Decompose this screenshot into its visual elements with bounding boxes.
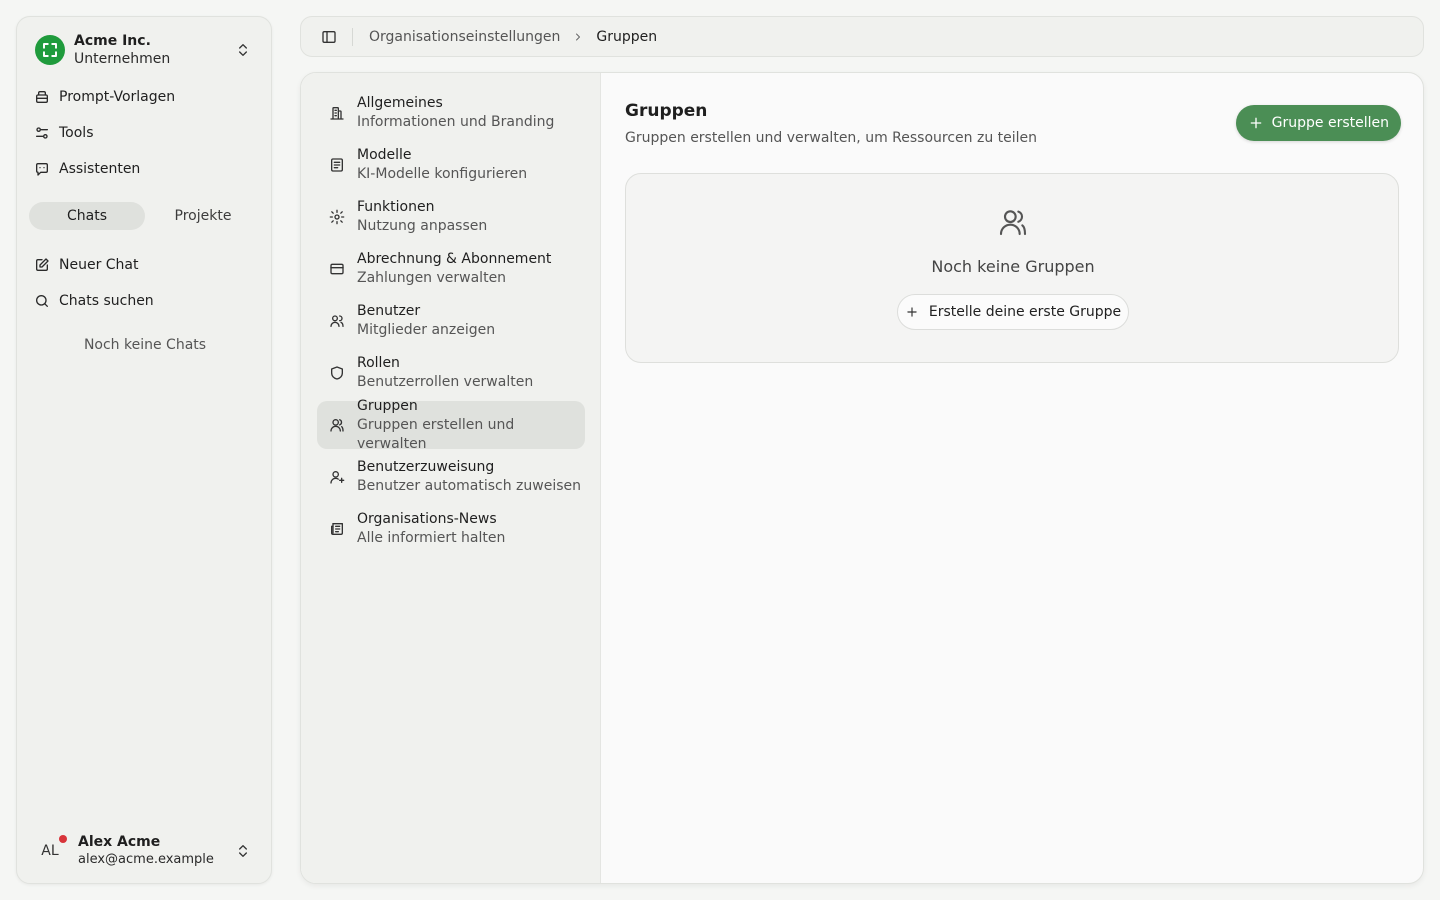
org-logo-icon (35, 35, 65, 65)
settings-nav-general[interactable]: Allgemeines Informationen und Branding (317, 89, 585, 137)
settings-nav-subtitle: Informationen und Branding (357, 114, 555, 130)
chevrons-up-down-icon (235, 42, 251, 58)
create-first-group-button[interactable]: Erstelle deine erste Gruppe (897, 294, 1129, 330)
settings-nav-subtitle: Mitglieder anzeigen (357, 322, 496, 338)
settings-nav-features[interactable]: Funktionen Nutzung anpassen (317, 193, 585, 241)
nav-label: Tools (59, 125, 94, 141)
plus-icon (1248, 115, 1264, 131)
org-name: Acme Inc. (74, 33, 151, 49)
user-name: Alex Acme (78, 834, 161, 850)
nav-prompt-templates[interactable]: Prompt-Vorlagen (33, 83, 175, 111)
settings-nav-models[interactable]: Modelle KI-Modelle konfigurieren (317, 141, 585, 189)
settings-nav-title: Gruppen (357, 397, 418, 414)
settings-panel: Allgemeines Informationen und Branding M… (300, 72, 1424, 884)
create-group-label: Gruppe erstellen (1271, 115, 1389, 131)
shield-icon (329, 365, 345, 381)
app-sidebar: Acme Inc. Unternehmen Prompt-Vorlagen To… (16, 16, 272, 884)
settings-nav-roles[interactable]: Rollen Benutzerrollen verwalten (317, 349, 585, 397)
settings-nav: Allgemeines Informationen und Branding M… (301, 73, 601, 883)
settings-nav-title: Organisations-News (357, 511, 497, 527)
settings-nav-subtitle: Zahlungen verwalten (357, 270, 507, 286)
settings-nav-title: Rollen (357, 355, 400, 371)
settings-nav-subtitle: Gruppen erstellen und verwalten (357, 416, 515, 452)
gear-icon (329, 209, 345, 225)
building-icon (329, 105, 345, 121)
search-chats-button[interactable]: Chats suchen (33, 287, 154, 315)
empty-chats-text: Noch keine Chats (83, 337, 207, 353)
org-switcher[interactable]: Acme Inc. Unternehmen (29, 29, 261, 71)
avatar-initials: AL (41, 843, 59, 859)
create-first-group-label: Erstelle deine erste Gruppe (928, 304, 1122, 320)
settings-nav-subtitle: Nutzung anpassen (357, 218, 488, 234)
user-email: alex@acme.example (78, 852, 214, 867)
divider (352, 27, 353, 46)
assistant-icon (33, 160, 51, 178)
settings-nav-title: Allgemeines (357, 95, 443, 111)
prompt-template-icon (33, 88, 51, 106)
settings-nav-users[interactable]: Benutzer Mitglieder anzeigen (317, 297, 585, 345)
page-title: Gruppen (625, 101, 708, 121)
settings-nav-subtitle: KI-Modelle konfigurieren (357, 166, 528, 182)
credit-card-icon (329, 261, 345, 277)
page-subtitle: Gruppen erstellen und verwalten, um Ress… (625, 130, 1038, 146)
org-type: Unternehmen (74, 51, 171, 67)
new-chat-label: Neuer Chat (59, 257, 139, 273)
settings-nav-title: Funktionen (357, 199, 435, 215)
user-menu[interactable]: AL Alex Acme alex@acme.example (29, 829, 261, 873)
settings-nav-groups[interactable]: Gruppen Gruppen erstellen und verwalten (317, 398, 585, 452)
breadcrumb-current: Gruppen (596, 28, 658, 45)
model-icon (329, 157, 345, 173)
newspaper-icon (329, 521, 345, 537)
users-icon (329, 313, 345, 329)
search-icon (33, 292, 51, 310)
top-bar: Organisationseinstellungen Gruppen (300, 16, 1424, 57)
empty-state-title: Noch keine Gruppen (931, 257, 1095, 276)
users-group-icon (997, 206, 1029, 238)
settings-nav-subtitle: Benutzerrollen verwalten (357, 374, 534, 390)
group-icon (329, 417, 345, 433)
settings-nav-title: Modelle (357, 147, 412, 163)
tab-chats[interactable]: Chats (29, 202, 145, 230)
search-chats-label: Chats suchen (59, 293, 154, 309)
user-plus-icon (329, 469, 345, 485)
plus-icon (905, 305, 919, 319)
breadcrumb-org-settings[interactable]: Organisationseinstellungen (369, 29, 560, 45)
nav-label: Prompt-Vorlagen (59, 89, 176, 105)
chevrons-up-down-icon (235, 843, 251, 859)
settings-nav-title: Benutzer (357, 303, 421, 319)
tools-icon (33, 124, 51, 142)
settings-nav-org-news[interactable]: Organisations-News Alle informiert halte… (317, 505, 585, 553)
settings-nav-title: Abrechnung & Abonnement (357, 251, 552, 267)
new-chat-icon (33, 256, 51, 274)
settings-nav-title: Benutzerzuweisung (357, 459, 495, 475)
chevron-right-icon (572, 31, 584, 43)
nav-label: Assistenten (59, 161, 141, 177)
settings-nav-user-assignment[interactable]: Benutzerzuweisung Benutzer automatisch z… (317, 453, 585, 501)
settings-nav-subtitle: Alle informiert halten (357, 530, 506, 546)
settings-nav-subtitle: Benutzer automatisch zuweisen (357, 478, 581, 494)
new-chat-button[interactable]: Neuer Chat (33, 251, 139, 279)
nav-tools[interactable]: Tools (33, 119, 94, 147)
empty-state-card: Noch keine Gruppen Erstelle deine erste … (625, 173, 1399, 363)
tab-projects[interactable]: Projekte (145, 202, 261, 230)
create-group-button[interactable]: Gruppe erstellen (1235, 105, 1401, 141)
settings-nav-billing[interactable]: Abrechnung & Abonnement Zahlungen verwal… (317, 245, 585, 293)
sidebar-toggle-icon[interactable] (319, 27, 339, 47)
groups-content: Gruppen Gruppen erstellen und verwalten,… (625, 73, 1401, 883)
avatar: AL (33, 834, 67, 868)
notification-dot (59, 835, 67, 843)
chats-projects-toggle: Chats Projekte (29, 202, 261, 230)
nav-assistants[interactable]: Assistenten (33, 155, 140, 183)
breadcrumb: Organisationseinstellungen Gruppen (369, 29, 657, 45)
